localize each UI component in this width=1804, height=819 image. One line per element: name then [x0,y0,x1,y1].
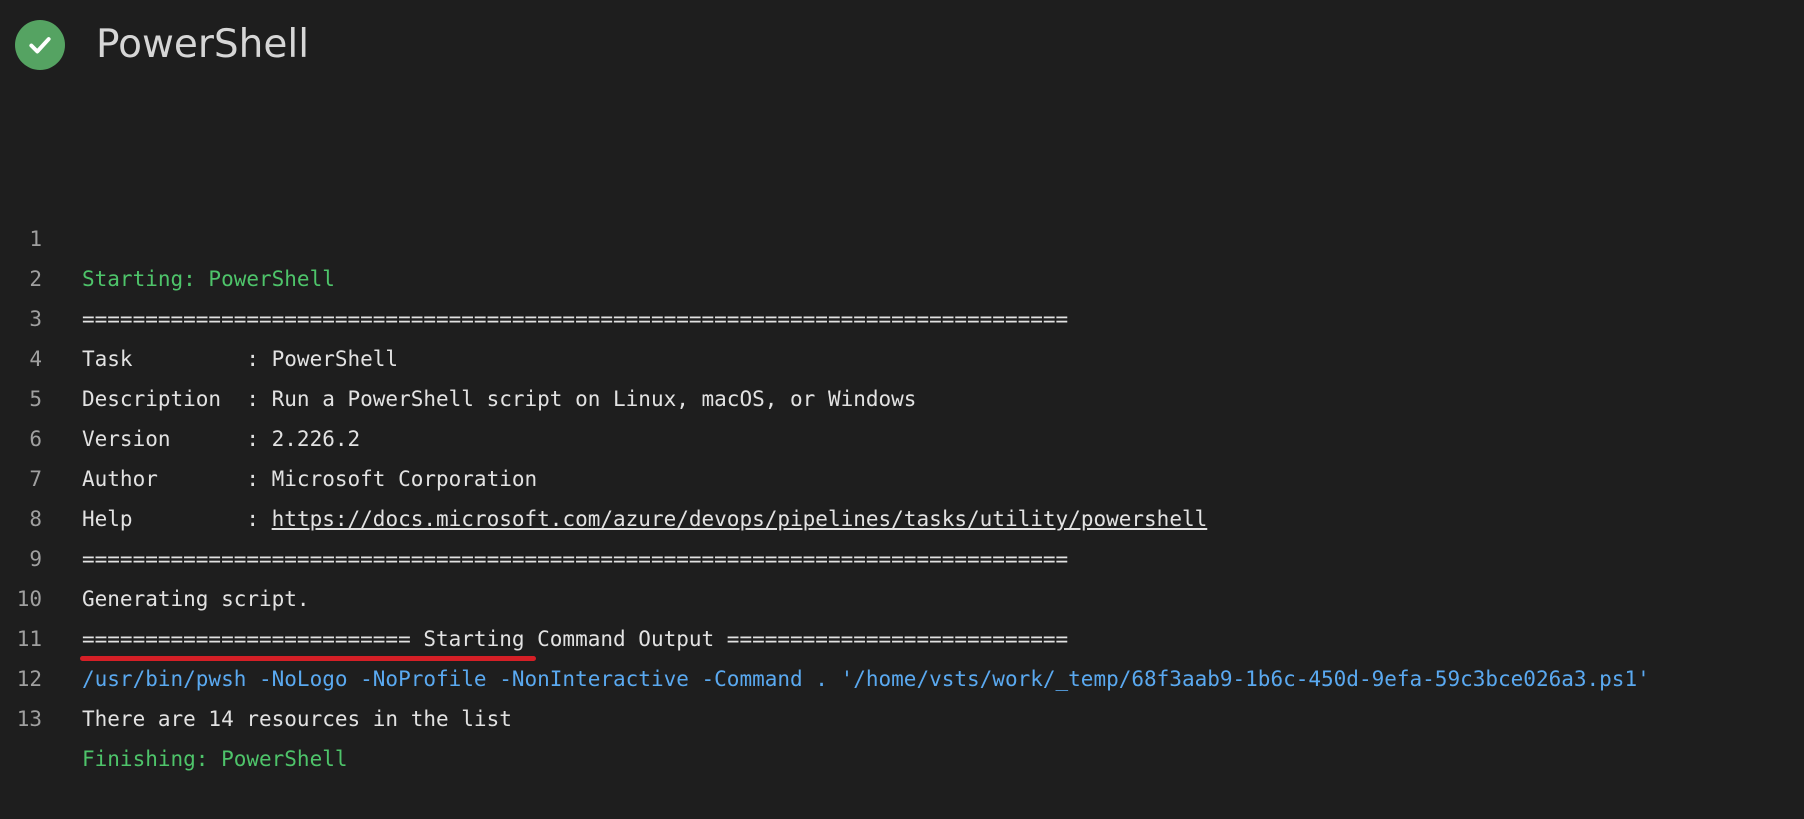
log-line: 7 Help : https://docs.microsoft.com/azur… [0,419,1804,531]
log-line: 6 Author : Microsoft Corporation [0,379,1804,491]
task-header: PowerShell [0,0,1804,92]
line-text: There are 14 resources in the list [82,707,512,731]
task-title: PowerShell [96,22,310,67]
log-line: 1 Starting: PowerShell [0,179,1804,291]
log-line: 13 Finishing: PowerShell [0,659,1804,771]
log-line: 9 Generating script. [0,499,1804,611]
log-line-highlighted: 12 There are 14 resources in the list [0,619,1804,731]
log-line: 4 Description : Run a PowerShell script … [0,299,1804,411]
log-line: 10 ========================== Starting C… [0,539,1804,651]
log-line: 2 ======================================… [0,219,1804,331]
check-circle-icon [15,20,65,70]
line-number: 13 [16,707,42,731]
line-text: Finishing: PowerShell [82,747,348,771]
log-line: 11 /usr/bin/pwsh -NoLogo -NoProfile -Non… [0,579,1804,691]
log-line: 3 Task : PowerShell [0,259,1804,371]
log-output: 1 Starting: PowerShell 2 ===============… [0,179,1804,771]
log-line: 8 ======================================… [0,459,1804,571]
log-line: 5 Version : 2.226.2 [0,339,1804,451]
